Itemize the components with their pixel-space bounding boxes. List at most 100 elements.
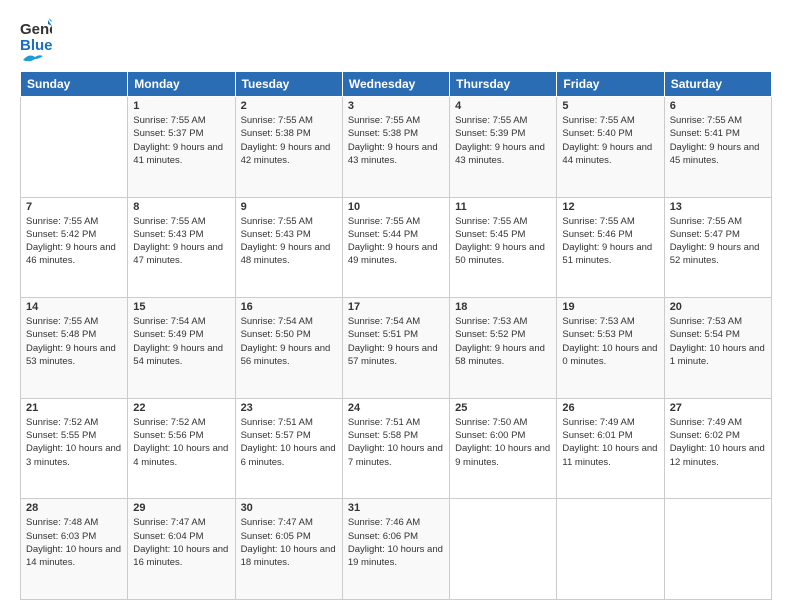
week-row-0: 1 Sunrise: 7:55 AM Sunset: 5:37 PM Daylight… <box>21 97 772 198</box>
calendar-cell: 28Sunrise: 7:48 AMSunset: 6:03 PMDayligh… <box>21 499 128 600</box>
daylight-text: Daylight: 9 hours and 42 minutes. <box>241 142 331 166</box>
day-number: 27 <box>670 402 766 414</box>
daylight-text: Daylight: 10 hours and 19 minutes. <box>348 544 443 568</box>
daylight-text: Daylight: 9 hours and 57 minutes. <box>348 343 438 367</box>
daylight-text: Daylight: 9 hours and 43 minutes. <box>455 142 545 166</box>
sunset-text: Sunset: 5:39 PM <box>455 128 525 139</box>
daylight-text: Daylight: 9 hours and 50 minutes. <box>455 242 545 266</box>
daylight-text: Daylight: 9 hours and 52 minutes. <box>670 242 760 266</box>
daylight-text: Daylight: 10 hours and 7 minutes. <box>348 443 443 467</box>
sunrise-text: Sunrise: 7:55 AM <box>670 216 742 227</box>
calendar-cell: 13Sunrise: 7:55 AMSunset: 5:47 PMDayligh… <box>664 197 771 298</box>
sunrise-text: Sunrise: 7:55 AM <box>455 115 527 126</box>
calendar-cell: 20Sunrise: 7:53 AMSunset: 5:54 PMDayligh… <box>664 298 771 399</box>
sunset-text: Sunset: 5:40 PM <box>562 128 632 139</box>
day-number: 12 <box>562 201 658 213</box>
calendar-cell: 29Sunrise: 7:47 AMSunset: 6:04 PMDayligh… <box>128 499 235 600</box>
day-number: 20 <box>670 301 766 313</box>
calendar-cell: 1Sunrise: 7:55 AMSunset: 5:37 PMDaylight… <box>128 97 235 198</box>
sunrise-text: Sunrise: 7:54 AM <box>133 316 205 327</box>
sunrise-text: Sunrise: 7:55 AM <box>562 216 634 227</box>
day-number: 11 <box>455 201 551 213</box>
day-number: 6 <box>670 100 766 112</box>
day-number: 4 <box>455 100 551 112</box>
sunrise-text: Sunrise: 7:53 AM <box>455 316 527 327</box>
sunrise-text: Sunrise: 7:50 AM <box>455 417 527 428</box>
daylight-text: Daylight: 10 hours and 14 minutes. <box>26 544 121 568</box>
sunrise-text: Sunrise: 7:55 AM <box>348 216 420 227</box>
day-number: 23 <box>241 402 337 414</box>
sunset-text: Sunset: 5:48 PM <box>26 329 96 340</box>
week-row-1: 7Sunrise: 7:55 AMSunset: 5:42 PMDaylight… <box>21 197 772 298</box>
daylight-text: Daylight: 9 hours and 45 minutes. <box>670 142 760 166</box>
day-number: 3 <box>348 100 444 112</box>
svg-text:Blue: Blue <box>20 37 52 52</box>
sunrise-text: Sunrise: 7:49 AM <box>670 417 742 428</box>
daylight-text: Daylight: 9 hours and 47 minutes. <box>133 242 223 266</box>
sunset-text: Sunset: 6:06 PM <box>348 531 418 542</box>
header-day-saturday: Saturday <box>664 72 771 97</box>
calendar-cell: 14Sunrise: 7:55 AMSunset: 5:48 PMDayligh… <box>21 298 128 399</box>
calendar-cell: 24 Sunrise: 7:51 AM Sunset: 5:58 PM Dayligh… <box>342 398 449 499</box>
sunset-text: Sunset: 5:42 PM <box>26 229 96 240</box>
calendar-cell: 17Sunrise: 7:54 AMSunset: 5:51 PMDayligh… <box>342 298 449 399</box>
calendar-cell <box>450 499 557 600</box>
header-day-sunday: Sunday <box>21 72 128 97</box>
sunset-text: Sunset: 6:04 PM <box>133 531 203 542</box>
day-number: 28 <box>26 502 122 514</box>
calendar-cell: 6Sunrise: 7:55 AMSunset: 5:41 PMDaylight… <box>664 97 771 198</box>
sunset-text: Sunset: 5:44 PM <box>348 229 418 240</box>
daylight-text: Daylight: 9 hours and 44 minutes. <box>562 142 652 166</box>
day-number: 17 <box>348 301 444 313</box>
calendar-header-row: SundayMondayTuesdayWednesdayThursdayFrid… <box>21 72 772 97</box>
sunrise-text: Sunrise: 7:55 AM <box>26 316 98 327</box>
sunrise-text: Sunrise: 7:52 AM <box>26 417 98 428</box>
calendar-cell: 30Sunrise: 7:47 AMSunset: 6:05 PMDayligh… <box>235 499 342 600</box>
day-number: 29 <box>133 502 229 514</box>
sunrise-text: Sunrise: 7:49 AM <box>562 417 634 428</box>
sunrise-text: Sunrise: 7:53 AM <box>562 316 634 327</box>
sunset-text: Sunset: 5:57 PM <box>241 430 311 441</box>
week-row-3: 21Sunrise: 7:52 AMSunset: 5:55 PMDayligh… <box>21 398 772 499</box>
svg-text:General: General <box>20 21 52 38</box>
daylight-text: Daylight: 9 hours and 49 minutes. <box>348 242 438 266</box>
daylight-text: Daylight: 9 hours and 41 minutes. <box>133 142 223 166</box>
sunrise-text: Sunrise: 7:52 AM <box>133 417 205 428</box>
calendar-cell: 26Sunrise: 7:49 AMSunset: 6:01 PMDayligh… <box>557 398 664 499</box>
sunrise-text: Sunrise: 7:46 AM <box>348 517 420 528</box>
calendar-cell <box>21 97 128 198</box>
calendar-cell <box>557 499 664 600</box>
day-number: 10 <box>348 201 444 213</box>
sunset-text: Sunset: 5:52 PM <box>455 329 525 340</box>
sunset-text: Sunset: 5:58 PM <box>348 430 418 441</box>
day-number: 1 <box>133 100 229 112</box>
daylight-text: Daylight: 10 hours and 12 minutes. <box>670 443 765 467</box>
calendar-cell: 31Sunrise: 7:46 AMSunset: 6:06 PMDayligh… <box>342 499 449 600</box>
daylight-text: Daylight: 10 hours and 16 minutes. <box>133 544 228 568</box>
logo-icon: General Blue <box>20 16 52 52</box>
sunrise-text: Sunrise: 7:51 AM <box>348 417 420 428</box>
sunrise-text: Sunrise: 7:51 AM <box>241 417 313 428</box>
daylight-text: Daylight: 10 hours and 6 minutes. <box>241 443 336 467</box>
day-number: 24 <box>348 402 444 414</box>
calendar-cell: 2Sunrise: 7:55 AMSunset: 5:38 PMDaylight… <box>235 97 342 198</box>
daylight-text: Daylight: 10 hours and 3 minutes. <box>26 443 121 467</box>
daylight-text: Daylight: 9 hours and 54 minutes. <box>133 343 223 367</box>
sunrise-text: Sunrise: 7:55 AM <box>241 216 313 227</box>
logo-bird-icon <box>21 53 43 67</box>
sunset-text: Sunset: 6:01 PM <box>562 430 632 441</box>
calendar-cell: 18Sunrise: 7:53 AMSunset: 5:52 PMDayligh… <box>450 298 557 399</box>
day-number: 8 <box>133 201 229 213</box>
week-row-4: 28Sunrise: 7:48 AMSunset: 6:03 PMDayligh… <box>21 499 772 600</box>
day-number: 5 <box>562 100 658 112</box>
daylight-text: Daylight: 10 hours and 1 minute. <box>670 343 765 367</box>
sunset-text: Sunset: 5:43 PM <box>241 229 311 240</box>
sunset-text: Sunset: 5:56 PM <box>133 430 203 441</box>
calendar-cell: 7Sunrise: 7:55 AMSunset: 5:42 PMDaylight… <box>21 197 128 298</box>
daylight-text: Daylight: 9 hours and 53 minutes. <box>26 343 116 367</box>
week-row-2: 14Sunrise: 7:55 AMSunset: 5:48 PMDayligh… <box>21 298 772 399</box>
sunset-text: Sunset: 5:37 PM <box>133 128 203 139</box>
sunrise-text: Sunrise: 7:48 AM <box>26 517 98 528</box>
sunrise-text: Sunrise: 7:55 AM <box>455 216 527 227</box>
daylight-text: Daylight: 10 hours and 11 minutes. <box>562 443 657 467</box>
